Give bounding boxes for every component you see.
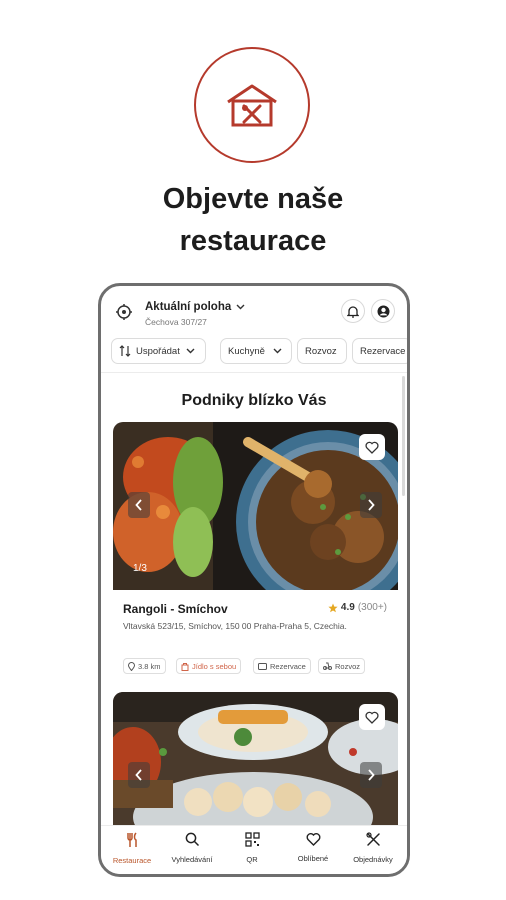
takeaway-tag: Jídlo s sebou xyxy=(176,658,242,674)
delivery-tag-label: Rozvoz xyxy=(335,661,361,671)
nav-orders[interactable]: Objednávky xyxy=(343,832,403,864)
delivery-chip[interactable]: Rozvoz xyxy=(297,338,347,364)
restaurant-rating: 4.9 (300+) xyxy=(328,602,387,613)
cuisine-chip-label: Kuchyně xyxy=(228,345,265,357)
search-icon xyxy=(185,832,199,847)
headline-line-1: Objevte naše xyxy=(162,183,344,215)
nav-restaurants[interactable]: Restaurace xyxy=(102,832,162,865)
sort-chip-label: Uspořádat xyxy=(136,345,180,357)
restaurant-image-carousel[interactable]: 1/3 xyxy=(113,422,398,590)
top-bar: Aktuální poloha Čechova 307/27 xyxy=(101,286,407,334)
reservation-tag: Rezervace xyxy=(253,658,311,674)
nav-search[interactable]: Vyhledávání xyxy=(162,832,222,864)
location-title: Aktuální poloha xyxy=(145,301,232,313)
carousel-prev-button-2[interactable] xyxy=(128,762,150,788)
profile-button[interactable] xyxy=(371,299,395,323)
carousel-prev-button[interactable] xyxy=(128,492,150,518)
rating-value: 4.9 xyxy=(340,602,355,613)
pin-icon xyxy=(128,661,135,671)
scooter-icon xyxy=(323,662,332,670)
distance-tag-label: 3.8 km xyxy=(138,661,161,671)
chevron-right-icon xyxy=(368,499,375,511)
food-photo-2 xyxy=(113,692,398,832)
carousel-next-button-2[interactable] xyxy=(360,762,382,788)
section-title: Podniky blízko Vás xyxy=(181,392,327,409)
qr-icon xyxy=(244,832,260,847)
phone-mockup: Aktuální poloha Čechova 307/27 Uspořádat… xyxy=(98,283,410,877)
user-icon xyxy=(377,305,389,317)
delivery-tag: Rozvoz xyxy=(318,658,366,674)
ticket-icon xyxy=(258,662,267,670)
location-selector[interactable]: Aktuální poloha xyxy=(145,301,245,313)
image-counter: 1/3 xyxy=(133,563,147,574)
location-target-icon[interactable] xyxy=(115,303,133,321)
reservation-chip[interactable]: Rezervace xyxy=(352,338,407,364)
restaurant-image-carousel-2[interactable] xyxy=(113,692,398,832)
sort-icon xyxy=(119,345,131,357)
favorite-button[interactable] xyxy=(359,434,385,460)
food-photo xyxy=(113,422,398,590)
delivery-chip-label: Rozvoz xyxy=(305,345,337,357)
nav-search-label: Vyhledávání xyxy=(171,855,213,864)
nav-favorites[interactable]: Oblíbené xyxy=(283,832,343,863)
cuisine-chip[interactable]: Kuchyně xyxy=(220,338,292,364)
reservation-tag-label: Rezervace xyxy=(270,661,306,671)
notifications-button[interactable] xyxy=(341,299,365,323)
chevron-down-icon xyxy=(273,348,282,354)
heart-icon xyxy=(306,833,320,846)
sort-chip[interactable]: Uspořádat xyxy=(111,338,206,364)
nav-restaurants-label: Restaurace xyxy=(112,856,152,865)
headline-line-2: restaurace xyxy=(179,225,327,257)
headline: Objevte naše restaurace xyxy=(0,178,506,262)
filter-bar: Uspořádat Kuchyně Rozvoz Rezervace xyxy=(101,338,407,366)
chevron-down-icon xyxy=(236,304,245,310)
location-subtitle: Čechova 307/27 xyxy=(145,317,207,327)
takeaway-tag-label: Jídlo s sebou xyxy=(192,661,237,671)
restaurant-icon xyxy=(127,832,137,847)
distance-tag: 3.8 km xyxy=(123,658,166,674)
chevron-left-icon xyxy=(135,499,142,511)
chevron-down-icon xyxy=(186,348,195,354)
app-logo xyxy=(194,47,310,163)
restaurant-address: Vltavská 523/15, Smíchov, 150 00 Praha-P… xyxy=(123,621,347,631)
favorite-button-2[interactable] xyxy=(359,704,385,730)
heart-icon xyxy=(365,441,379,454)
reservation-chip-label: Rezervace xyxy=(360,345,406,357)
divider xyxy=(101,372,407,373)
nav-qr[interactable]: QR xyxy=(222,832,282,864)
restaurant-house-icon xyxy=(227,84,277,127)
nav-qr-label: QR xyxy=(246,855,258,864)
cutlery-icon xyxy=(365,832,380,846)
bell-icon xyxy=(347,305,359,318)
rating-count: (300+) xyxy=(357,602,387,613)
nav-favorites-label: Oblíbené xyxy=(297,854,329,863)
restaurant-name[interactable]: Rangoli - Smíchov xyxy=(123,602,228,616)
chevron-right-icon xyxy=(368,769,375,781)
bag-icon xyxy=(181,662,189,671)
star-icon xyxy=(328,603,338,612)
chevron-left-icon xyxy=(135,769,142,781)
heart-icon xyxy=(365,711,379,724)
nav-orders-label: Objednávky xyxy=(353,855,393,864)
bottom-navigation: Restaurace Vyhledávání QR Oblíbené Objed… xyxy=(101,825,407,874)
carousel-next-button[interactable] xyxy=(360,492,382,518)
